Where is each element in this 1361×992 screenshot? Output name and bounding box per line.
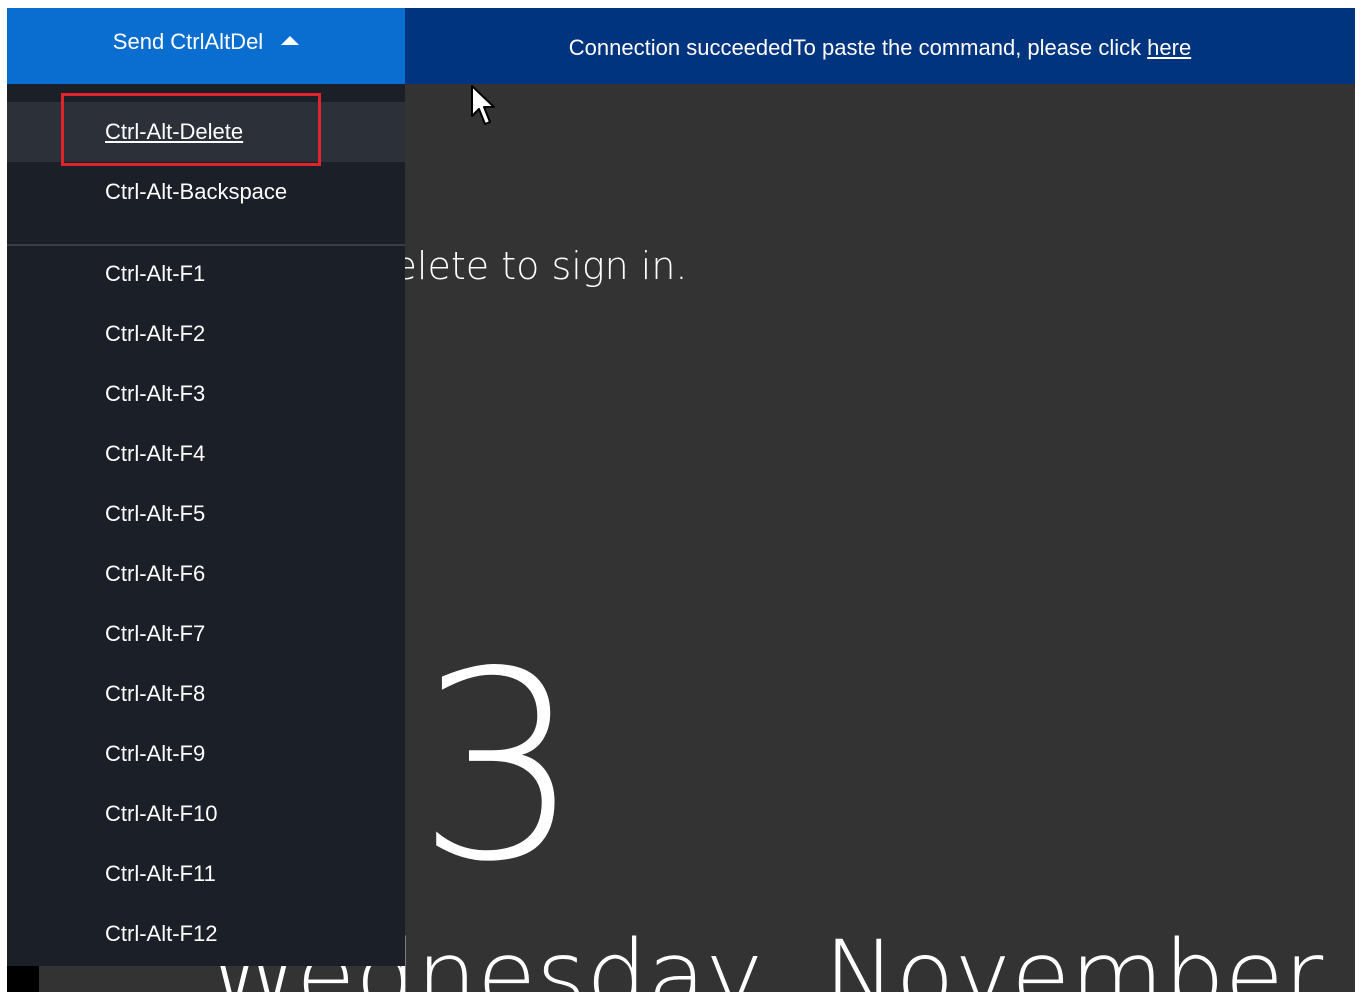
menu-item-label: Ctrl-Alt-F10 — [105, 801, 218, 826]
menu-item-ctrl-alt-f10[interactable]: Ctrl-Alt-F10 — [7, 784, 405, 844]
menu-item-ctrl-alt-f11[interactable]: Ctrl-Alt-F11 — [7, 844, 405, 904]
menu-item-ctrl-alt-f1[interactable]: Ctrl-Alt-F1 — [7, 244, 405, 304]
menu-item-ctrl-alt-f6[interactable]: Ctrl-Alt-F6 — [7, 544, 405, 604]
paste-command-link[interactable]: here — [1147, 35, 1191, 61]
send-button-label: Send CtrlAltDel — [112, 29, 264, 54]
menu-item-ctrl-alt-f5[interactable]: Ctrl-Alt-F5 — [7, 484, 405, 544]
menu-item-label: Ctrl-Alt-F11 — [105, 861, 216, 886]
menu-item-ctrl-alt-delete[interactable]: Ctrl-Alt-Delete — [7, 102, 405, 162]
remote-desktop-window: lt+Delete to sign in. 43 Wednesday, Nove… — [7, 8, 1355, 992]
menu-item-label: Ctrl-Alt-F3 — [105, 381, 206, 406]
menu-item-label: Ctrl-Alt-Delete — [105, 119, 244, 144]
menu-item-label: Ctrl-Alt-F7 — [105, 621, 206, 646]
menu-item-label: Ctrl-Alt-F9 — [105, 741, 206, 766]
menu-item-label: Ctrl-Alt-F6 — [105, 561, 206, 586]
menu-item-ctrl-alt-backspace[interactable]: Ctrl-Alt-Backspace — [7, 162, 405, 222]
menu-item-label: Ctrl-Alt-Backspace — [105, 179, 288, 204]
menu-item-ctrl-alt-f2[interactable]: Ctrl-Alt-F2 — [7, 304, 405, 364]
menu-item-label: Ctrl-Alt-F5 — [105, 501, 206, 526]
screen-edge-block — [7, 966, 39, 992]
status-text: Connection succeededTo paste the command… — [568, 35, 1142, 60]
menu-item-ctrl-alt-f8[interactable]: Ctrl-Alt-F8 — [7, 664, 405, 724]
connection-status-message: Connection succeededTo paste the command… — [405, 8, 1355, 84]
send-ctrl-alt-del-button[interactable]: Send CtrlAltDel — [7, 8, 405, 84]
menu-item-ctrl-alt-f4[interactable]: Ctrl-Alt-F4 — [7, 424, 405, 484]
menu-item-label: Ctrl-Alt-F4 — [105, 441, 206, 466]
menu-item-ctrl-alt-f9[interactable]: Ctrl-Alt-F9 — [7, 724, 405, 784]
mouse-pointer-icon — [471, 85, 495, 125]
key-combination-menu: Ctrl-Alt-Delete Ctrl-Alt-Backspace Ctrl-… — [7, 84, 405, 966]
menu-item-ctrl-alt-f12[interactable]: Ctrl-Alt-F12 — [7, 904, 405, 964]
menu-item-ctrl-alt-f7[interactable]: Ctrl-Alt-F7 — [7, 604, 405, 664]
menu-item-ctrl-alt-f3[interactable]: Ctrl-Alt-F3 — [7, 364, 405, 424]
menu-item-label: Ctrl-Alt-F8 — [105, 681, 206, 706]
menu-item-label: Ctrl-Alt-F12 — [105, 921, 218, 946]
caret-up-icon — [281, 35, 300, 45]
menu-item-label: Ctrl-Alt-F1 — [105, 261, 206, 286]
menu-item-label: Ctrl-Alt-F2 — [105, 321, 206, 346]
top-bar: Send CtrlAltDel Connection succeededTo p… — [7, 8, 1355, 84]
